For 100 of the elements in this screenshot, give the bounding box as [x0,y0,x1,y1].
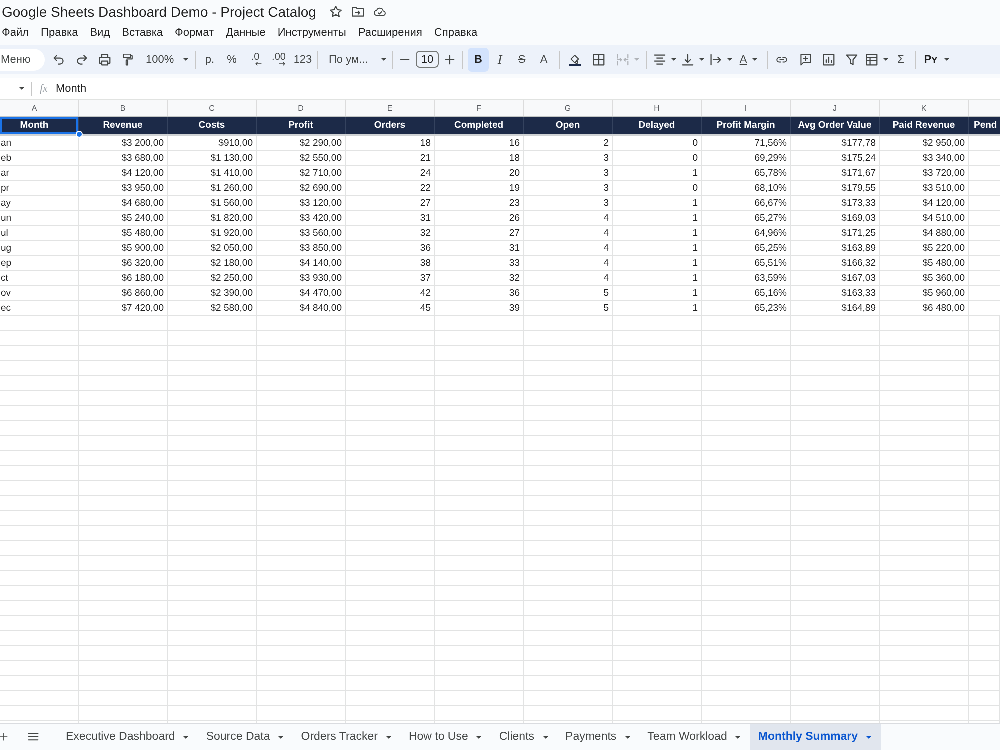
sheet-tab[interactable]: Executive Dashboard [58,724,198,750]
table-cell: 1 [613,241,702,255]
column-header[interactable]: D [257,100,346,116]
caret-icon [944,58,950,61]
menu-item[interactable]: Файл [2,26,30,38]
table-cell: ul [0,226,79,240]
zoom-dropdown[interactable]: 100% [139,48,191,72]
table-cell: 64,96% [702,226,791,240]
table-cell: 36 [435,286,524,300]
header-cell: Revenue [79,117,168,134]
table-cell: 16 [435,136,524,150]
print-icon[interactable] [98,54,110,66]
column-header[interactable]: E [346,100,435,116]
document-title: Google Sheets Dashboard Demo - Project Catalog [2,4,316,20]
column-header[interactable]: F [435,100,524,116]
currency-button[interactable]: р. [200,48,220,72]
formula-field[interactable]: Month [56,80,1000,98]
menu-item[interactable]: Данные [226,26,266,38]
table-cell: $4 880,00 [880,226,969,240]
sheet-tab[interactable]: Team Workload [640,724,750,750]
font-size-field[interactable]: 10 [416,51,439,68]
menu-item[interactable]: Инструменты [278,26,346,38]
folder-icon[interactable] [352,6,364,18]
column-header[interactable]: C [168,100,257,116]
table-cell: ay [0,196,79,210]
table-cell: $3 340,00 [880,151,969,165]
header-cell: Orders [346,117,435,134]
table-cell: $3 930,00 [257,271,346,285]
menu-item[interactable]: Формат [175,26,214,38]
column-header[interactable]: J [791,100,880,116]
column-header[interactable]: G [524,100,613,116]
menu-search-field[interactable]: Меню [0,48,45,70]
fill-handle[interactable] [76,131,83,138]
table-cell: 65,51% [702,256,791,270]
font-dropdown[interactable]: По ум... [322,48,387,72]
table-cell: $167,03 [791,271,880,285]
table-cell: 1 [613,256,702,270]
sheet-tab[interactable]: Orders Tracker [293,724,401,750]
table-cell: 3 [524,166,613,180]
table-cell: $5 360,00 [880,271,969,285]
plus-icon[interactable] [0,733,8,741]
table-cell: 4 [524,211,613,225]
filter-icon[interactable] [846,54,858,66]
table-cell: $3 850,00 [257,241,346,255]
table-cell: $910,00 [168,136,257,150]
menu-item[interactable]: Вид [90,26,110,38]
cloud-icon[interactable] [374,6,386,18]
table-cell: 18 [435,151,524,165]
undo-icon[interactable] [52,54,64,66]
menu-item[interactable]: Справка [434,26,478,38]
text-color-button[interactable]: A [533,48,555,72]
menu-item[interactable]: Вставка [122,26,164,38]
paint-bucket-icon[interactable] [568,54,580,66]
increase-decimal-button[interactable]: .00 [267,48,291,72]
paint-roller-icon[interactable] [122,54,134,66]
table-cell: 27 [435,226,524,240]
menu-item[interactable]: Расширения [358,26,422,38]
menu-item[interactable]: Правка [41,26,78,38]
column-header[interactable]: A [0,100,79,116]
align-center-icon [654,54,666,66]
table-cell: $2 050,00 [168,241,257,255]
strikethrough-button[interactable]: S [511,48,533,72]
table-cell: $171,25 [791,226,880,240]
input-tools-dropdown[interactable]: Pʏ [920,48,954,72]
table-cell: 32 [435,271,524,285]
borders-icon[interactable] [592,54,604,66]
column-header[interactable]: I [702,100,791,116]
add-comment-icon[interactable] [800,54,812,66]
table-cell: ov [0,286,79,300]
plus-icon[interactable] [445,54,455,66]
sheet-tab[interactable]: Source Data [198,724,294,750]
sheet-tab[interactable]: Payments [558,724,640,750]
column-header[interactable]: K [880,100,969,116]
caret-icon [278,736,284,738]
text-rotation-dropdown[interactable]: A [735,48,763,72]
column-header[interactable]: B [79,100,168,116]
table-cell: $3 420,00 [257,211,346,225]
table-cell: 5 [524,286,613,300]
number-format-button[interactable]: 123 [291,48,315,72]
star-icon[interactable] [330,6,342,18]
column-header[interactable]: H [613,100,702,116]
header-cell: Costs [168,117,257,134]
bold-button[interactable]: B [468,48,489,72]
table-cell: $2 710,00 [257,166,346,180]
sheet-tab[interactable]: How to Use [400,724,492,750]
redo-icon[interactable] [76,54,88,66]
decrease-decimal-button[interactable]: .0 [244,48,267,72]
chart-icon[interactable] [822,54,834,66]
table-cell: 4 [524,256,613,270]
table-cell: 31 [346,211,435,225]
table-cell: $3 120,00 [257,196,346,210]
table-cell: ec [0,301,79,315]
sheet-tab[interactable]: Clients [491,724,558,750]
table-cell: an [0,136,79,150]
percent-button[interactable]: % [220,48,244,72]
italic-button[interactable]: I [489,48,511,72]
menu-icon[interactable] [28,733,39,741]
sheet-tab[interactable]: Monthly Summary [750,724,882,750]
functions-button[interactable]: Σ [891,48,911,72]
caret-icon [19,87,25,90]
